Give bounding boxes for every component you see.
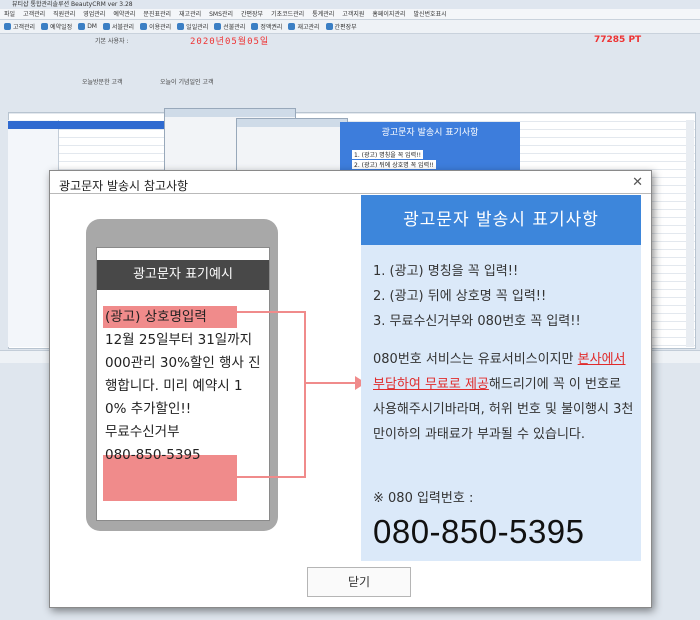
- dialog-title: 광고문자 발송시 참고사항: [59, 179, 189, 193]
- toolbar-label: 재고관리: [297, 24, 320, 31]
- toolbar-label: 일일관리: [186, 24, 209, 31]
- rules-list: 1. (광고) 명칭을 꼭 입력!! 2. (광고) 뒤에 상호명 꼭 입력!!…: [373, 259, 581, 334]
- toolbar-button[interactable]: 서블관리: [102, 22, 135, 31]
- toolbar-button[interactable]: 예약일정: [41, 22, 72, 31]
- points-display: 77285 PT: [594, 35, 642, 45]
- menu-item[interactable]: 고객지원: [342, 9, 364, 19]
- message-optout: 무료수신거부: [105, 424, 180, 440]
- phone-screen: 광고문자 표기예시 (광고) 상호명입력 12월 25일부터 31일까지 000…: [96, 247, 270, 521]
- toolbar-button[interactable]: 고객관리: [4, 22, 35, 31]
- notice-panel: 광고문자 발송시 표기사항 1. (광고) 명칭을 꼭 입력!! 2. (광고)…: [361, 195, 641, 561]
- rule-item: 1. (광고) 명칭을 꼭 입력!!: [373, 264, 519, 279]
- title-divider: [50, 193, 651, 194]
- menu-item[interactable]: 홈페이지관리: [372, 9, 405, 19]
- toolbar-icon: [102, 23, 110, 30]
- phone-illustration: 광고문자 표기예시 (광고) 상호명입력 12월 25일부터 31일까지 000…: [86, 219, 278, 531]
- menu-item[interactable]: 영업관리: [83, 9, 105, 19]
- toolbar-icon: [325, 23, 333, 30]
- toolbar-label: DM: [87, 23, 97, 30]
- phone-header: 광고문자 표기예시: [97, 260, 269, 290]
- selected-row[interactable]: [8, 121, 188, 129]
- message-number: 080-850-5395: [105, 447, 201, 463]
- desc-text: 080번호 서비스는 유료서비스이지만: [373, 352, 574, 367]
- toolbar-button[interactable]: 일일관리: [177, 22, 208, 31]
- menu-item[interactable]: 직원관리: [53, 9, 75, 19]
- toolbar-label: 예약일정: [50, 24, 73, 31]
- app-title: 뷰티샵 통합관리솔루션 BeautyCRM ver 3.28: [12, 1, 133, 8]
- toolbar-label: 서블관리: [111, 24, 135, 31]
- toolbar-icon: [4, 23, 11, 30]
- toolbar-button[interactable]: 간편장부: [325, 22, 357, 31]
- toolbar-icon: [214, 23, 222, 30]
- toolbar-icon: [177, 23, 185, 30]
- toolbar-button[interactable]: 선불관리: [214, 22, 245, 31]
- rule-item: 2. (광고) 뒤에 상호명 꼭 입력!!: [373, 289, 547, 304]
- toolbar-label: 선불관리: [223, 24, 246, 31]
- toolbar-icon: [251, 23, 259, 30]
- menu-item[interactable]: SMS관리: [209, 9, 233, 19]
- toolbar-button[interactable]: DM: [78, 23, 97, 30]
- ghost-rule: 1. (광고) 명칭을 꼭 입력!!: [352, 150, 424, 159]
- user-label: 기본 사용자 :: [95, 38, 129, 45]
- menu-item[interactable]: 예약관리: [113, 9, 135, 19]
- date-display: 2020년05월05일: [190, 37, 270, 47]
- main-toolbar: 고객관리 예약일정 DM 서블관리 이용관리 일일관리 선불관리 정액권리 재고…: [0, 20, 700, 34]
- app-titlebar: 뷰티샵 통합관리솔루션 BeautyCRM ver 3.28: [0, 0, 700, 9]
- service-description: 080번호 서비스는 유료서비스이지만 본사에서 부담하여 무료로 제공해드리기…: [373, 347, 635, 447]
- close-icon[interactable]: ✕: [632, 175, 643, 190]
- message-line-ad: (광고) 상호명입력: [105, 309, 207, 325]
- toolbar-icon: [41, 23, 49, 30]
- ghost-rule: 2. (광고) 뒤에 상호명 꼭 입력!!: [352, 160, 436, 169]
- menu-item[interactable]: 재고관리: [179, 9, 201, 19]
- toolbar-label: 이용관리: [149, 24, 172, 31]
- toolbar-button[interactable]: 재고관리: [288, 22, 320, 31]
- big-number: 080-850-5395: [373, 513, 585, 550]
- toolbar-label: 고객관리: [13, 24, 36, 31]
- toolbar-button[interactable]: 이용관리: [140, 22, 171, 31]
- menu-item[interactable]: 고객관리: [23, 9, 45, 19]
- menu-item[interactable]: 기초코드관리: [271, 9, 304, 19]
- phone-message: (광고) 상호명입력 12월 25일부터 31일까지 000관리 30%할인 행…: [105, 306, 265, 467]
- filter-label: 오늘방문한 고객: [82, 79, 123, 86]
- menu-item[interactable]: 문진표관리: [143, 9, 171, 19]
- grid-scrollbar[interactable]: [686, 120, 694, 347]
- toolbar-label: 정액권리: [260, 24, 283, 31]
- menu-item[interactable]: 간편장부: [241, 9, 263, 19]
- menu-bar: 파일 고객관리 직원관리 영업관리 예약관리 문진표관리 재고관리 SMS관리 …: [0, 9, 700, 20]
- toolbar-label: 간편장부: [334, 24, 357, 31]
- message-body: 12월 25일부터 31일까지 000관리 30%할인 행사 진행합니다. 미리…: [105, 332, 261, 417]
- menu-item[interactable]: 발신번호표시: [414, 9, 447, 19]
- close-button[interactable]: 닫기: [307, 567, 411, 597]
- birthday-label: 오늘이 기념일인 고객: [160, 79, 214, 86]
- rule-item: 3. 무료수신거부와 080번호 꼭 입력!!: [373, 314, 581, 329]
- toolbar-icon: [288, 23, 296, 30]
- toolbar-icon: [140, 23, 148, 30]
- menu-item[interactable]: 파일: [4, 9, 15, 19]
- menu-item[interactable]: 통계관리: [312, 9, 334, 19]
- toolbar-button[interactable]: 정액권리: [251, 22, 282, 31]
- toolbar-icon: [78, 23, 86, 30]
- ghost-heading-text: 광고문자 발송시 표기사항: [381, 128, 479, 138]
- notice-title: 광고문자 발송시 표기사항: [361, 195, 641, 245]
- number-label: ※ 080 입력번호 :: [373, 491, 474, 506]
- ad-message-guide-dialog: 광고문자 발송시 참고사항 ✕ 광고문자 표기예시 (광고) 상호명입력 12월…: [49, 170, 652, 608]
